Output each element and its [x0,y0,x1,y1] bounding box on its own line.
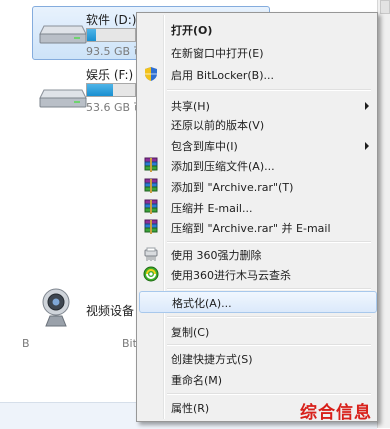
submenu-arrow-icon [365,142,369,150]
truncated-text: B [22,337,30,350]
menu-item-add-to-archive-rar[interactable]: 添加到 "Archive.rar"(T) [139,175,375,197]
menu-item-label: 添加到压缩文件(A)... [171,160,275,173]
menu-item-add-to-archive[interactable]: 添加到压缩文件(A)... [139,154,375,176]
submenu-arrow-icon [365,102,369,110]
menu-item-label: 打开(O) [171,24,213,37]
hard-drive-icon [38,84,88,110]
hard-drive-icon [38,20,88,46]
menu-item-label: 压缩到 "Archive.rar" 并 E-mail [171,222,331,235]
drive-f-usage-bar [86,83,136,97]
menu-item-label: 创建快捷方式(S) [171,353,253,366]
menu-item-label: 格式化(A)... [172,297,232,310]
menu-separator [167,288,371,290]
menu-item-restore-previous[interactable]: 还原以前的版本(V) [139,113,375,135]
menu-item-compress-email[interactable]: 压缩并 E-mail... [139,196,375,218]
menu-separator [167,89,371,91]
scrollbar-arrow[interactable] [380,0,390,14]
menu-item-label: 共享(H) [171,100,210,113]
menu-item-360-trojan-scan[interactable]: 使用360进行木马云查杀 [139,263,375,285]
winrar-icon [143,178,159,194]
menu-item-copy[interactable]: 复制(C) [139,320,375,342]
menu-item-label: 包含到库中(I) [171,140,238,153]
menu-separator [167,393,371,395]
menu-item-compress-rar-email[interactable]: 压缩到 "Archive.rar" 并 E-mail [139,216,375,238]
menu-item-format[interactable]: 格式化(A)... [139,291,377,313]
drive-d-name: 软件 (D:) [86,13,137,27]
menu-item-label: 启用 BitLocker(B)... [171,69,275,82]
video-device-label[interactable]: 视频设备 [86,302,134,319]
menu-separator [167,316,371,318]
menu-item-label: 属性(R) [171,402,210,415]
drive-f-name[interactable]: 娱乐 (F:) [86,66,133,83]
menu-item-open-new-window[interactable]: 在新窗口中打开(E) [139,41,375,63]
shredder-icon [143,246,159,262]
menu-item-label: 还原以前的版本(V) [171,119,265,132]
context-menu: 打开(O) 在新窗口中打开(E) 启用 BitLocker(B)... 共享(H… [136,12,378,422]
menu-item-360-force-delete[interactable]: 使用 360强力删除 [139,243,375,265]
menu-item-label: 压缩并 E-mail... [171,202,253,215]
webcam-icon[interactable] [38,286,74,328]
shield-icon [143,66,159,82]
watermark-text: 综合信息 [300,403,372,423]
menu-item-include-in-library[interactable]: 包含到库中(I) [139,134,375,156]
360-icon [143,266,159,282]
menu-item-label: 使用360进行木马云查杀 [171,269,291,282]
menu-item-label: 使用 360强力删除 [171,249,262,262]
menu-item-label: 在新窗口中打开(E) [171,47,264,60]
menu-item-label: 重命名(M) [171,374,223,387]
menu-item-enable-bitlocker[interactable]: 启用 BitLocker(B)... [139,63,375,85]
winrar-icon [143,157,159,173]
winrar-icon [143,199,159,215]
vertical-scrollbar[interactable] [377,0,390,428]
drive-d-usage-bar [86,28,136,42]
menu-item-create-shortcut[interactable]: 创建快捷方式(S) [139,347,375,369]
winrar-icon [143,219,159,235]
menu-item-label: 复制(C) [171,326,210,339]
menu-item-open[interactable]: 打开(O) [139,18,375,40]
menu-separator [167,344,371,346]
menu-item-label: 添加到 "Archive.rar"(T) [171,181,294,194]
menu-item-rename[interactable]: 重命名(M) [139,368,375,390]
